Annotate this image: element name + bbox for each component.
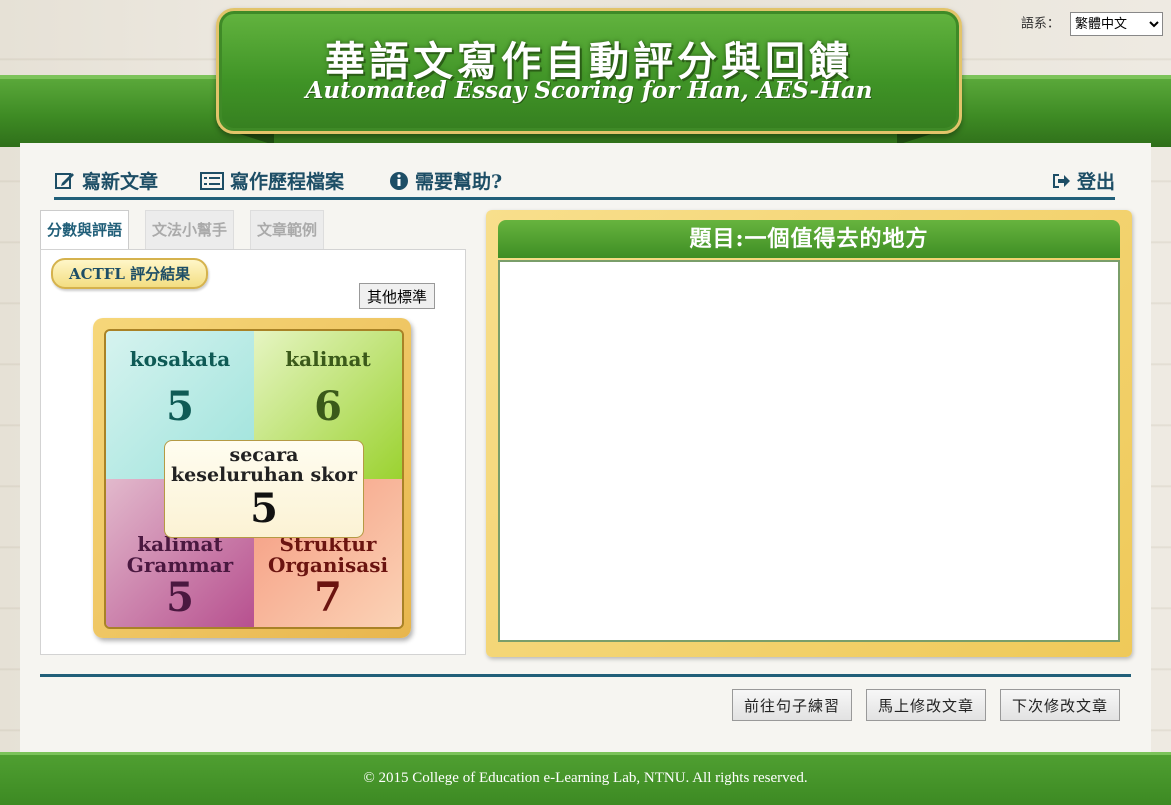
nav-logout[interactable]: 登出 [1051, 167, 1115, 194]
overall-score-label: secara keseluruhan skor [171, 444, 357, 486]
overall-score: secara keseluruhan skor 5 [164, 440, 364, 538]
score-vocabulary-label: kosakata [129, 347, 231, 371]
bottom-divider [40, 674, 1131, 677]
topic-panel: 題目:一個值得去的地方 [486, 210, 1132, 657]
tab-score-feedback[interactable]: 分數與評語 [40, 210, 130, 250]
nav-history[interactable]: 寫作歷程檔案 [200, 167, 344, 194]
footer-copyright: © 2015 College of Education e-Learning L… [363, 770, 808, 786]
nav-help[interactable]: 需要幫助? [389, 167, 502, 194]
main-panel: 寫新文章 寫作歷程檔案 需要幫助? 登出 分數與評語 文法小幫手 文章範例 AC… [20, 143, 1151, 752]
nav-help-label: 需要幫助? [415, 171, 503, 193]
header-banner: 華語文寫作自動評分與回饋 Automated Essay Scoring for… [216, 8, 962, 134]
language-selector: 語系： 繁體中文 [1021, 12, 1163, 36]
nav-write-new[interactable]: 寫新文章 [54, 167, 158, 194]
essay-textarea[interactable] [498, 260, 1120, 642]
edit-later-button[interactable]: 下次修改文章 [1000, 689, 1121, 721]
language-label: 語系： [1020, 16, 1060, 32]
nav-logout-label: 登出 [1076, 171, 1115, 193]
score-grammar-value: 5 [166, 574, 194, 621]
info-icon [389, 171, 409, 191]
score-sentence-value: 6 [314, 383, 342, 430]
score-vocabulary-value: 5 [166, 383, 194, 430]
edit-icon [54, 171, 76, 191]
sentence-practice-button[interactable]: 前往句子練習 [732, 689, 853, 721]
topic-title: 題目:一個值得去的地方 [498, 220, 1120, 258]
overall-score-value: 5 [250, 485, 278, 532]
logout-icon [1051, 172, 1071, 190]
edit-now-button[interactable]: 馬上修改文章 [866, 689, 987, 721]
tab-essay-examples[interactable]: 文章範例 [250, 210, 325, 249]
score-card: kosakata 5 kalimat 6 kalimat Grammar 5 S… [93, 318, 411, 638]
score-grid: kosakata 5 kalimat 6 kalimat Grammar 5 S… [104, 329, 404, 629]
actfl-result-badge: ACTFL 評分結果 [51, 258, 209, 289]
score-sentence-label: kalimat [285, 347, 371, 371]
nav-history-label: 寫作歷程檔案 [230, 171, 345, 193]
list-icon [200, 171, 224, 190]
language-select[interactable]: 繁體中文 [1070, 12, 1163, 36]
other-standard-button[interactable]: 其他標準 [359, 283, 436, 309]
footer: © 2015 College of Education e-Learning L… [0, 752, 1171, 805]
score-panel: ACTFL 評分結果 其他標準 kosakata 5 kalimat 6 kal… [40, 249, 466, 655]
tab-grammar-helper[interactable]: 文法小幫手 [145, 210, 235, 249]
top-nav: 寫新文章 寫作歷程檔案 需要幫助? 登出 [54, 163, 1115, 200]
nav-write-new-label: 寫新文章 [82, 171, 159, 193]
score-organization-value: 7 [314, 574, 342, 621]
app-subtitle: Automated Essay Scoring for Han, AES-Han [305, 77, 873, 104]
